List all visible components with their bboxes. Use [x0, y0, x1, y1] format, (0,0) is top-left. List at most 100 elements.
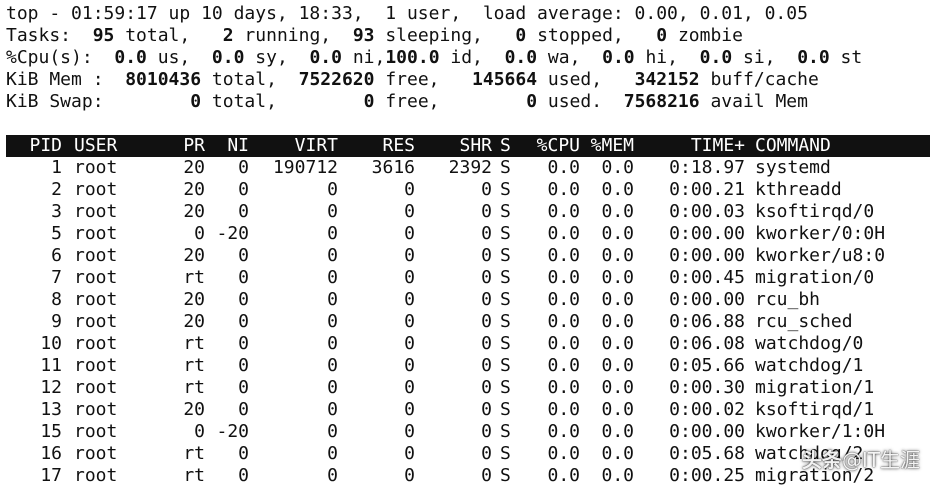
column-header-state: S: [500, 135, 511, 156]
line4-segment: 342152: [634, 69, 700, 90]
cell-virt: 0: [327, 465, 338, 486]
terminal-window[interactable]: top - 01:59:17 up 10 days, 18:33, 1 user…: [0, 0, 930, 488]
cell-res: 0: [404, 377, 415, 398]
cell-command: systemd: [755, 157, 831, 178]
line3-segment: 0.0: [114, 47, 147, 68]
line3-segment: 0.0: [797, 47, 830, 68]
cell-virt: 0: [327, 179, 338, 200]
cell-shr: 2392: [448, 157, 492, 178]
cell-time: 0:00.00: [669, 289, 745, 310]
line2-segment: 0: [515, 25, 527, 46]
watermark: 头条@IT生涯: [802, 449, 920, 471]
cell-command: migration/0: [755, 267, 875, 288]
cell-ni: 0: [238, 333, 249, 354]
cell-time: 0:00.00: [669, 245, 745, 266]
cell-time: 0:18.97: [669, 157, 745, 178]
cell-ni: 0: [238, 289, 249, 310]
line3-segment: hi,: [634, 47, 700, 68]
cell-state: S: [500, 157, 511, 178]
cell-virt: 0: [327, 245, 338, 266]
column-header-pr: PR: [183, 135, 205, 156]
cell-ni: 0: [238, 399, 249, 420]
cell-shr: 0: [481, 245, 492, 266]
cell-state: S: [500, 289, 511, 310]
line4-segment: 7522620: [298, 69, 375, 90]
cell-mem: 0.0: [601, 311, 634, 332]
cell-mem: 0.0: [601, 355, 634, 376]
cell-command: watchdog/1: [755, 355, 864, 376]
column-header-virt: VIRT: [294, 135, 338, 156]
cell-time: 0:00.02: [669, 399, 745, 420]
cell-command: ksoftirqd/1: [755, 399, 875, 420]
cell-pr: 20: [183, 157, 205, 178]
cell-command: kworker/u8:0: [755, 245, 886, 266]
line3-segment: ni,: [341, 47, 386, 68]
cell-shr: 0: [481, 421, 492, 442]
line3-segment: 100.0: [385, 47, 440, 68]
cell-virt: 0: [327, 267, 338, 288]
cell-ni: 0: [238, 179, 249, 200]
line5-segment: avail Mem: [699, 91, 808, 112]
line5-segment: 0: [363, 91, 375, 112]
cell-cpu: 0.0: [547, 443, 580, 464]
cell-state: S: [500, 245, 511, 266]
cell-time: 0:05.68: [669, 443, 745, 464]
cell-ni: 0: [238, 201, 249, 222]
cell-ni: -20: [216, 421, 249, 442]
cell-pid: 16: [40, 443, 62, 464]
cell-res: 0: [404, 399, 415, 420]
cell-state: S: [500, 267, 511, 288]
cell-mem: 0.0: [601, 157, 634, 178]
cell-state: S: [500, 465, 511, 486]
mem-line: KiB Mem : 8010436 total, 7522620 free, 1…: [6, 69, 819, 91]
line4-segment: used,: [537, 69, 635, 90]
line5-segment: 0: [190, 91, 202, 112]
column-header-time: TIME+: [690, 135, 745, 156]
cell-res: 0: [404, 245, 415, 266]
cell-res: 0: [404, 179, 415, 200]
cell-pid: 9: [51, 311, 62, 332]
cell-pid: 7: [51, 267, 62, 288]
cell-pid: 10: [40, 333, 62, 354]
uptime-line: top - 01:59:17 up 10 days, 18:33, 1 user…: [6, 3, 808, 24]
cell-time: 0:00.21: [669, 179, 745, 200]
line3-segment: us,: [146, 47, 212, 68]
cell-mem: 0.0: [601, 267, 634, 288]
cell-virt: 0: [327, 443, 338, 464]
cell-ni: 0: [238, 157, 249, 178]
cell-mem: 0.0: [601, 289, 634, 310]
cell-ni: 0: [238, 245, 249, 266]
line2-segment: total,: [114, 25, 223, 46]
cell-pid: 3: [51, 201, 62, 222]
cell-ni: 0: [238, 355, 249, 376]
cell-time: 0:00.25: [669, 465, 745, 486]
cell-cpu: 0.0: [547, 179, 580, 200]
cell-shr: 0: [481, 377, 492, 398]
line3-segment: sy,: [244, 47, 310, 68]
cell-command: kworker/0:0H: [755, 223, 886, 244]
cell-pid: 13: [40, 399, 62, 420]
cell-res: 0: [404, 355, 415, 376]
cell-time: 0:05.66: [669, 355, 745, 376]
cell-pid: 8: [51, 289, 62, 310]
cell-cpu: 0.0: [547, 289, 580, 310]
cell-mem: 0.0: [601, 333, 634, 354]
cell-virt: 0: [327, 355, 338, 376]
cell-command: migration/1: [755, 377, 875, 398]
cell-res: 0: [404, 311, 415, 332]
cell-pr: 20: [183, 311, 205, 332]
cell-ni: 0: [238, 465, 249, 486]
cell-res: 0: [404, 289, 415, 310]
cell-pid: 1: [51, 157, 62, 178]
cell-shr: 0: [481, 311, 492, 332]
cell-virt: 0: [327, 399, 338, 420]
line3-segment: 0.0: [699, 47, 733, 68]
cell-cpu: 0.0: [547, 157, 580, 178]
cell-pr: 20: [183, 245, 205, 266]
cell-mem: 0.0: [601, 443, 634, 464]
cell-ni: 0: [238, 311, 249, 332]
line2-segment: stopped,: [526, 25, 657, 46]
cell-virt: 0: [327, 289, 338, 310]
cell-time: 0:00.30: [669, 377, 745, 398]
cell-virt: 0: [327, 201, 338, 222]
